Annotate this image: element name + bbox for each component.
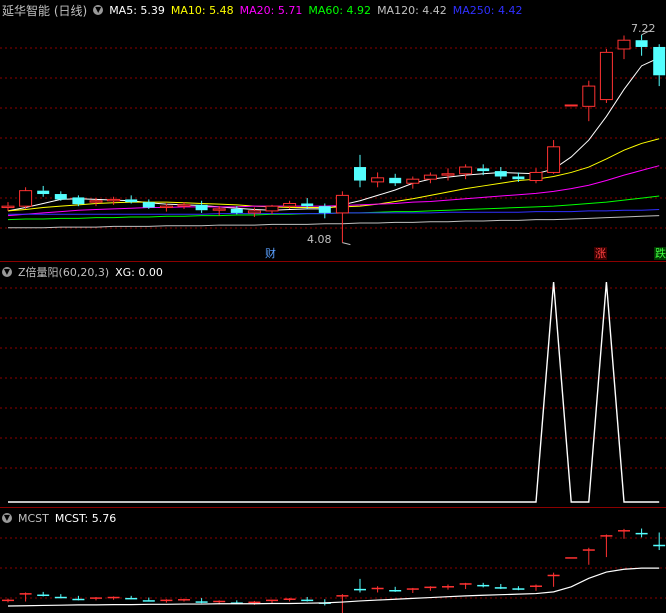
mcst-title: MCST	[18, 511, 49, 525]
candle-body	[371, 177, 385, 183]
candle-body	[617, 39, 631, 50]
ma5-label: MA5: 5.39	[109, 3, 165, 17]
chevron-down-icon[interactable]: ▼	[2, 513, 12, 523]
candle-body	[283, 202, 297, 207]
candle-body	[195, 204, 208, 211]
candle-body	[125, 199, 138, 203]
candle-body	[107, 198, 121, 202]
tag-zhang[interactable]: 涨	[594, 247, 607, 260]
candle-body	[512, 176, 525, 180]
candle-body	[529, 171, 543, 182]
candle-body	[318, 206, 331, 213]
stock-title: 延华智能 (日线)	[2, 3, 88, 18]
ma20-line	[7, 165, 660, 217]
main-kline-panel[interactable]: 延华智能 (日线) ▼ MA5: 5.39 MA10: 5.48 MA20: 5…	[0, 0, 666, 261]
mcst-line	[7, 567, 660, 607]
ma20-label: MA20: 5.71	[239, 3, 303, 17]
candle-body	[406, 178, 420, 184]
xg-signal-line	[8, 281, 660, 503]
low-price-label: 4.08	[307, 233, 332, 246]
candle-body	[1, 205, 15, 209]
kline-chart[interactable]	[0, 0, 666, 261]
candle-body	[389, 177, 402, 184]
candle-body	[459, 166, 473, 175]
candle-body	[247, 210, 261, 214]
ma10-label: MA10: 5.48	[170, 3, 234, 17]
candle-body	[441, 173, 455, 176]
tag-cai[interactable]: 财	[264, 247, 277, 260]
candle-body	[653, 46, 666, 76]
candle-body	[177, 204, 191, 207]
candle-body	[19, 190, 33, 207]
chevron-down-icon[interactable]: ▼	[93, 5, 104, 15]
mcst-panel-header: ▼ MCST MCST: 5.76	[2, 510, 122, 526]
candle-body	[72, 197, 85, 205]
candle-body	[582, 85, 596, 107]
high-price-label: 7.22	[631, 22, 656, 35]
indicator-chart[interactable]	[0, 262, 666, 507]
candle-body	[212, 208, 226, 211]
candle-body	[635, 40, 648, 47]
indicator-title: Z倍量阳(60,20,3)	[18, 266, 110, 279]
candle-body	[494, 171, 507, 177]
ma5-line	[7, 57, 660, 212]
low-pointer	[342, 242, 351, 246]
xg-value: XG: 0.00	[115, 265, 163, 279]
candle-body	[599, 51, 613, 101]
mcst-value: MCST: 5.76	[54, 511, 117, 525]
candle-body	[142, 202, 155, 208]
ma250-label: MA250: 4.42	[452, 3, 523, 17]
candle-body	[335, 194, 349, 214]
main-panel-header: 延华智能 (日线) ▼ MA5: 5.39 MA10: 5.48 MA20: 5…	[2, 2, 529, 18]
candle-body	[230, 208, 243, 213]
candle-body	[477, 168, 490, 172]
candle-body	[301, 203, 314, 207]
ma250-line	[8, 209, 660, 215]
candle-body	[265, 205, 279, 212]
tag-die[interactable]: 跌	[654, 247, 666, 260]
candle-body	[54, 194, 67, 200]
ma120-label: MA120: 4.42	[377, 3, 447, 17]
candle-body	[564, 104, 578, 107]
candle-body	[423, 174, 437, 180]
candle-body	[37, 190, 50, 195]
ma60-label: MA60: 4.92	[308, 3, 372, 17]
chevron-down-icon[interactable]: ▼	[2, 267, 12, 277]
candle-body	[89, 200, 103, 203]
candle-body	[159, 205, 173, 209]
mcst-panel[interactable]: ▼ MCST MCST: 5.76	[0, 508, 666, 613]
candle-body	[547, 146, 561, 173]
candle-body	[354, 167, 366, 181]
indicator-panel[interactable]: ▼ Z倍量阳(60,20,3) XG: 0.00	[0, 262, 666, 507]
indicator-panel-header: ▼ Z倍量阳(60,20,3) XG: 0.00	[2, 264, 169, 280]
